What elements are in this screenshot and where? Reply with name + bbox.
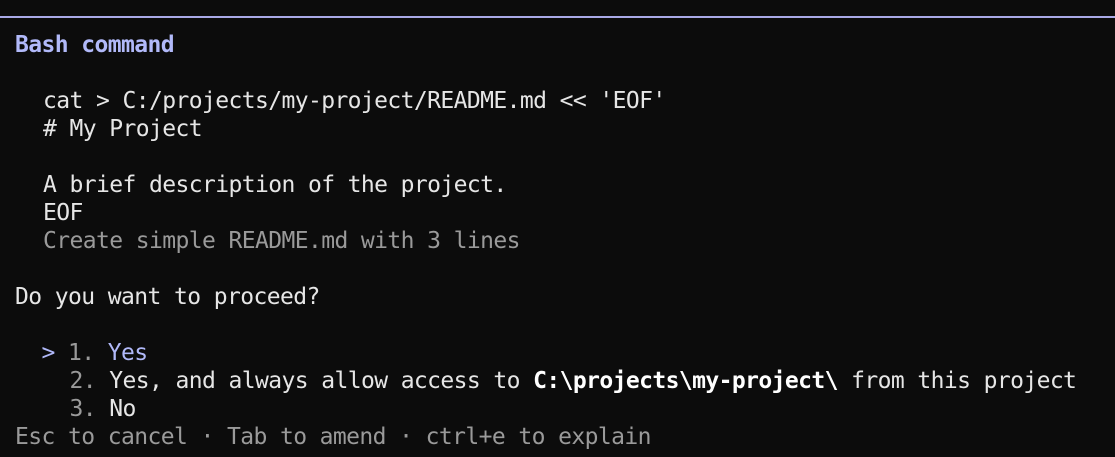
option-number: 3. xyxy=(69,396,97,422)
dialog-title: Bash command xyxy=(15,32,175,58)
option-label: No xyxy=(109,396,136,422)
command-description: Create simple README.md with 3 lines xyxy=(43,228,521,254)
dialog-top-border xyxy=(0,16,1115,18)
project-path: C:\projects\my-project\ xyxy=(533,368,838,394)
proceed-question: Do you want to proceed? xyxy=(15,284,320,310)
keyboard-hints: Esc to cancel · Tab to amend · ctrl+e to… xyxy=(15,424,651,450)
command-line: cat > C:/projects/my-project/README.md <… xyxy=(43,88,666,114)
option-label-suffix: from this project xyxy=(837,368,1077,394)
command-line: # My Project xyxy=(43,116,203,142)
option-label: Yes, and always allow access to xyxy=(109,368,534,394)
option-yes[interactable]: > 1. Yes xyxy=(15,311,149,366)
command-line: EOF xyxy=(43,200,83,226)
command-line: A brief description of the project. xyxy=(43,172,507,198)
option-no[interactable]: 3. No xyxy=(43,367,137,422)
option-always-allow[interactable]: 2. Yes, and always allow access to C:\pr… xyxy=(43,339,1077,394)
